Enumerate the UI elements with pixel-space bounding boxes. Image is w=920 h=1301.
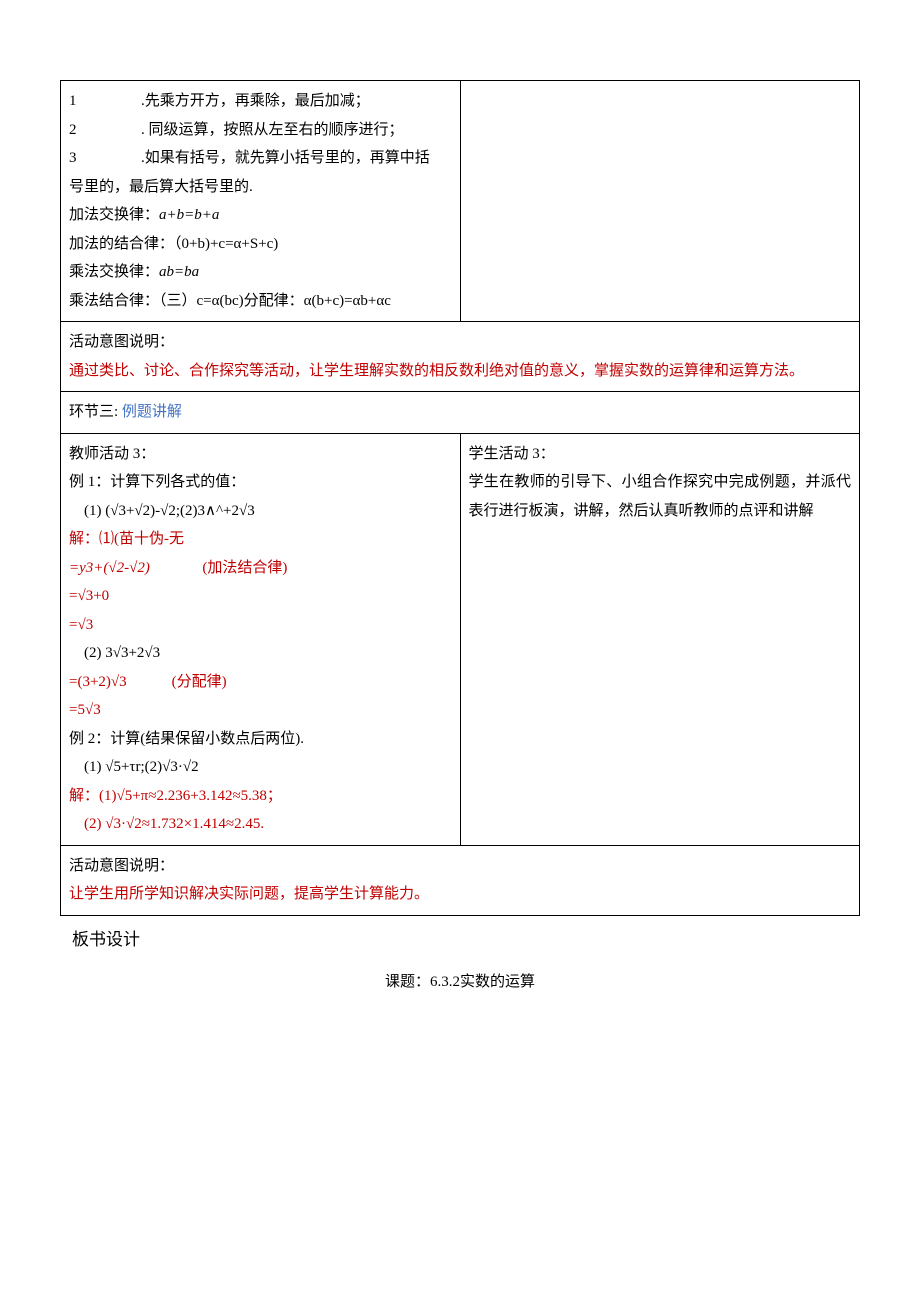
activity-intent-1: 活动意图说明： 通过类比、讨论、合作探究等活动，让学生理解实数的相反数利绝对值的…: [61, 322, 860, 392]
solution-expr: =(3+2)√3: [69, 674, 127, 690]
solution-note: (加法结合律): [202, 560, 287, 576]
activity-intent-2: 活动意图说明： 让学生用所学知识解决实际问题，提高学生计算能力。: [61, 845, 860, 915]
example-1b: (2) 3√3+2√3: [69, 639, 452, 668]
solution-line: 解：⑴(苗十伪-无: [69, 525, 452, 554]
solution-line: (2) √3·√2≈1.732×1.414≈2.45.: [69, 810, 452, 839]
stage-label: 环节三:: [69, 404, 118, 420]
solution-line: 解：(1)√5+π≈2.236+3.142≈5.38；: [69, 782, 452, 811]
law-line: 加法的结合律：（0+b)+c=α+S+c): [69, 230, 452, 259]
item-text: .如果有括号，就先算小括号里的，再算中括: [141, 144, 452, 173]
item3-continuation: 号里的，最后算大括号里的.: [69, 173, 452, 202]
teacher-heading: 教师活动 3：: [69, 440, 452, 469]
activity-intent-title: 活动意图说明：: [69, 852, 851, 881]
lesson-table: 1 .先乘方开方，再乘除，最后加减； 2 . 同级运算，按照从左至右的顺序进行；…: [60, 80, 860, 916]
solution-expr: =y3+(√2-√2): [69, 560, 150, 576]
law-line: 乘法结合律：（三）c=α(bc)分配律：α(b+c)=αb+αc: [69, 287, 452, 316]
item-num: 1: [69, 87, 141, 116]
box1-right-empty: [460, 81, 860, 322]
example-1-problems: (1) (√3+√2)-√2;(2)3∧^+2√3: [69, 497, 452, 526]
solution-note: (分配律): [172, 674, 227, 690]
example-2-problems: (1) √5+τr;(2)√3·√2: [69, 753, 452, 782]
item-num: 3: [69, 144, 141, 173]
student-body: 学生在教师的引导下、小组合作探究中完成例题，并派代表行进行板演，讲解，然后认真听…: [469, 468, 852, 525]
activity-intent-body: 让学生用所学知识解决实际问题，提高学生计算能力。: [69, 880, 851, 909]
activity-intent-body: 通过类比、讨论、合作探究等活动，让学生理解实数的相反数利绝对值的意义，掌握实数的…: [69, 357, 851, 386]
solution-line: =y3+(√2-√2) (加法结合律): [69, 554, 452, 583]
board-design-heading: 板书设计: [60, 924, 860, 956]
activity-intent-title: 活动意图说明：: [69, 328, 851, 357]
solution-line: =(3+2)√3 (分配律): [69, 668, 452, 697]
stage-title: 例题讲解: [122, 404, 182, 420]
teacher-activity-3: 教师活动 3： 例 1：计算下列各式的值： (1) (√3+√2)-√2;(2)…: [61, 433, 461, 845]
lesson-title: 课题：6.3.2实数的运算: [60, 968, 860, 997]
item-num: 2: [69, 116, 141, 145]
box1-left: 1 .先乘方开方，再乘除，最后加减； 2 . 同级运算，按照从左至右的顺序进行；…: [61, 81, 461, 322]
item-text: . 同级运算，按照从左至右的顺序进行；: [141, 116, 452, 145]
solution-line: =√3+0: [69, 582, 452, 611]
example-2-title: 例 2：计算(结果保留小数点后两位).: [69, 725, 452, 754]
student-heading: 学生活动 3：: [469, 440, 852, 469]
student-activity-3: 学生活动 3： 学生在教师的引导下、小组合作探究中完成例题，并派代表行进行板演，…: [460, 433, 860, 845]
example-1-title: 例 1：计算下列各式的值：: [69, 468, 452, 497]
item-text: .先乘方开方，再乘除，最后加减；: [141, 87, 452, 116]
law-line: 乘法交换律：ab=ba: [69, 264, 199, 280]
law-line: 加法交换律：a+b=b+a: [69, 207, 219, 223]
stage-3-header: 环节三: 例题讲解: [61, 392, 860, 434]
solution-line: =√3: [69, 611, 452, 640]
solution-line: =5√3: [69, 696, 452, 725]
